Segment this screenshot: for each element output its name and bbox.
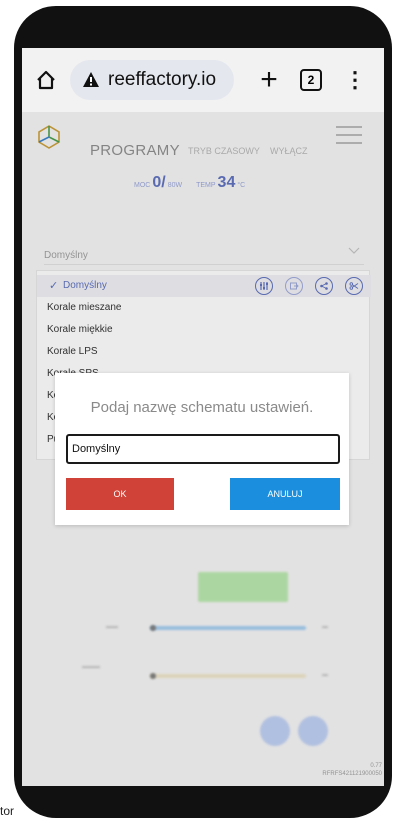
ok-button[interactable]: OK: [66, 478, 174, 510]
address-bar[interactable]: reeffactory.io: [70, 60, 234, 100]
home-button[interactable]: [32, 66, 60, 94]
dialog-title: Podaj nazwę schematu ustawień.: [90, 399, 314, 416]
scheme-name-input[interactable]: Domyślny: [66, 434, 340, 464]
tab-switcher-button[interactable]: 2: [300, 69, 322, 91]
home-icon: [37, 70, 55, 90]
new-tab-button[interactable]: +: [254, 65, 284, 95]
browser-toolbar: reeffactory.io + 2 ⋮: [22, 48, 384, 112]
more-options-button[interactable]: ⋮: [344, 69, 366, 91]
warning-icon: [83, 72, 99, 87]
phone-frame: reeffactory.io + 2 ⋮ PROGRAMY TRYB CZASO…: [14, 6, 392, 818]
url-text: reeffactory.io: [108, 69, 217, 90]
cancel-button[interactable]: ANULUJ: [230, 478, 340, 510]
phone-screen: reeffactory.io + 2 ⋮ PROGRAMY TRYB CZASO…: [22, 48, 384, 786]
rename-dialog: Podaj nazwę schematu ustawień. Domyślny …: [55, 373, 349, 525]
partial-text: tor: [0, 804, 15, 818]
